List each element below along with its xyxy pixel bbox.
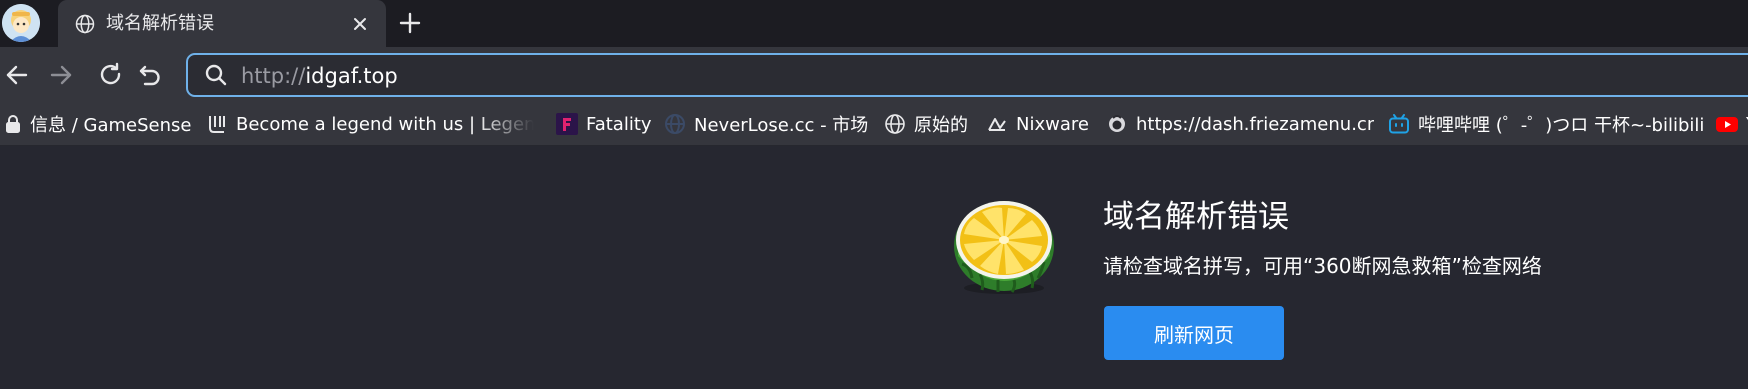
url-text: http://idgaf.top: [241, 64, 398, 88]
bookmark-nixware[interactable]: Nixware: [986, 103, 1092, 145]
close-icon[interactable]: [349, 13, 371, 35]
bookmark-original[interactable]: 原始的: [884, 103, 984, 145]
bookmark-frieza[interactable]: https://dash.friezamenu.cn/: [1106, 103, 1374, 145]
url-scheme: http://: [241, 64, 306, 88]
error-description: 请检查域名拼写，可用“360断网急救箱”检查网络: [1103, 254, 1542, 278]
nixware-logo-icon: [986, 113, 1008, 135]
avatar-image: [2, 4, 40, 42]
lock-icon: [4, 113, 22, 135]
tab-title: 域名解析错误: [106, 13, 214, 34]
new-tab-plus-icon[interactable]: [398, 11, 422, 35]
bookmark-gamesense[interactable]: 信息 / GameSense: [4, 103, 194, 145]
profile-avatar[interactable]: [2, 4, 40, 42]
youtube-logo-icon: [1716, 113, 1738, 135]
reload-icon[interactable]: [98, 62, 124, 88]
bookmark-label: Nixware: [1016, 113, 1089, 135]
back-arrow-icon[interactable]: [4, 62, 30, 88]
search-icon: [204, 63, 228, 87]
tab-strip: 域名解析错误: [0, 0, 1748, 47]
forward-arrow-icon[interactable]: [48, 62, 74, 88]
neverlose-logo-icon: [664, 113, 686, 135]
bookmark-label: 信息 / GameSense: [30, 115, 192, 136]
address-bar[interactable]: http://idgaf.top: [186, 53, 1748, 97]
bookmark-youtube[interactable]: Y: [1716, 103, 1748, 145]
bookmark-bilibili[interactable]: 哔哩哔哩 (゜-゜)つロ 干杯~-bilibili: [1388, 103, 1708, 145]
bookmark-fatality[interactable]: Fatality: [556, 103, 654, 145]
bookmark-label: NeverLose.cc - 市场: [694, 115, 869, 136]
bookmark-legend[interactable]: Become a legend with us | Legend: [206, 103, 536, 145]
toolbar: http://idgaf.top: [0, 47, 1748, 103]
globe-icon: [75, 14, 95, 34]
bookmark-label: 原始的: [914, 115, 968, 136]
tab-active[interactable]: 域名解析错误: [58, 0, 386, 47]
undo-icon[interactable]: [137, 62, 163, 88]
bookmark-label: Fatality: [586, 113, 652, 135]
error-title: 域名解析错误: [1103, 199, 1289, 235]
bookmarks-bar: 信息 / GameSense Become a legend with us |…: [0, 103, 1748, 146]
lemon-slice-icon: [952, 196, 1056, 296]
refresh-button[interactable]: 刷新网页: [1104, 306, 1284, 360]
frieza-logo-icon: [1106, 113, 1128, 135]
url-host: idgaf.top: [305, 64, 398, 88]
error-page: 域名解析错误 请检查域名拼写，可用“360断网急救箱”检查网络 刷新网页: [0, 146, 1748, 389]
legend-logo-icon: [206, 113, 228, 135]
browser-window: 域名解析错误 http://idgaf.top 信息 / GameSense B…: [0, 0, 1748, 389]
bookmark-neverlose[interactable]: NeverLose.cc - 市场: [664, 103, 878, 145]
bookmark-label: Become a legend with us | Legend: [236, 113, 534, 135]
globe-icon: [884, 113, 906, 135]
bookmark-label: 哔哩哔哩 (゜-゜)つロ 干杯~-bilibili: [1418, 115, 1705, 136]
bookmark-label: https://dash.friezamenu.cn/: [1136, 113, 1374, 135]
fatality-logo-icon: [556, 113, 578, 135]
bilibili-logo-icon: [1388, 113, 1410, 135]
